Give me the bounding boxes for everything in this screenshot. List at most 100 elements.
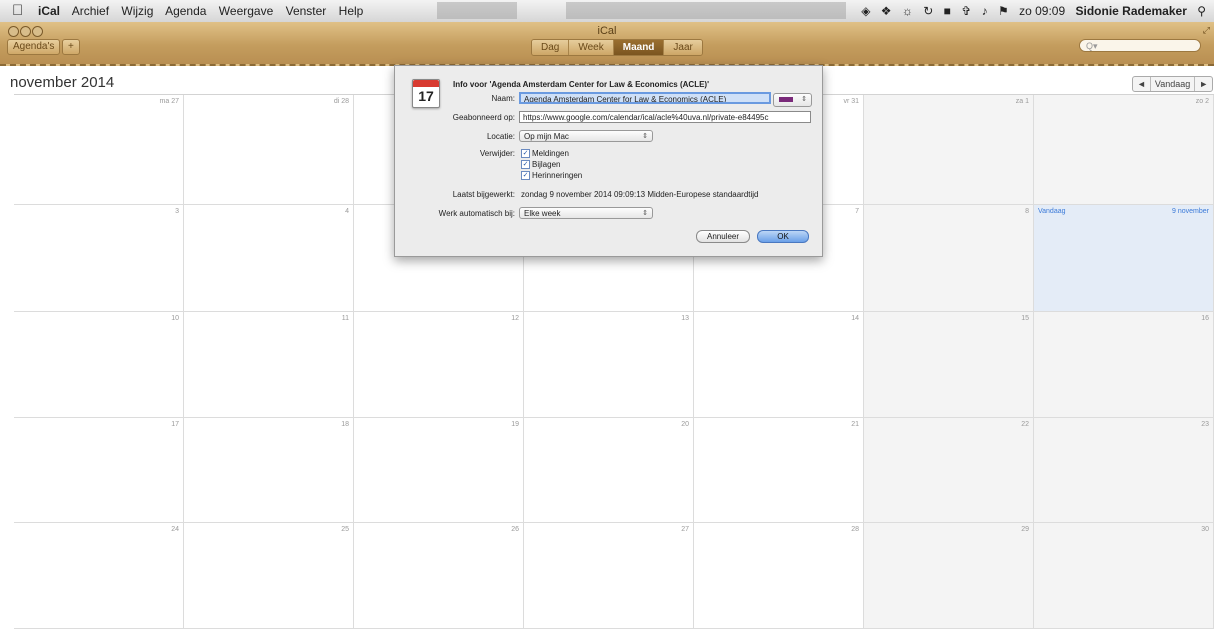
day-number: 10 [171,315,179,322]
next-month-button[interactable]: ► [1195,77,1212,91]
day-cell[interactable]: 21 [694,418,864,523]
day-cell[interactable]: 13 [524,312,694,418]
day-number: za 1 [1015,98,1029,105]
calendars-button[interactable]: Agenda's [7,39,61,55]
day-number: 24 [171,526,179,533]
battery-icon[interactable]: ■ [944,4,951,18]
day-cell[interactable]: 29 [864,523,1034,629]
view-month-button[interactable]: Maand [613,40,665,55]
day-number: 20 [681,421,689,428]
color-picker[interactable]: ⇕ [773,93,812,107]
day-number: 25 [341,526,349,533]
day-cell[interactable]: 18 [184,418,354,523]
day-cell-today[interactable]: 9 november Vandaag [1034,205,1214,312]
day-cell[interactable]: 11 [184,312,354,418]
day-cell[interactable]: di 28 [184,95,354,205]
day-number: vr 31 [843,98,859,105]
today-button[interactable]: Vandaag [1151,77,1196,91]
day-cell[interactable]: 14 [694,312,864,418]
day-number: zo 2 [1195,98,1209,105]
checkmark-icon: ✓ [521,160,530,170]
bluetooth-icon[interactable]: ✞ [961,4,971,18]
day-cell[interactable]: 24 [14,523,184,629]
checkmark-icon: ✓ [521,149,530,159]
day-cell[interactable]: 3 [14,205,184,312]
menu-help[interactable]: Help [339,4,364,18]
calendar-color-swatch [779,97,793,102]
time-machine-icon[interactable]: ↻ [923,4,933,18]
last-updated-label: Laatst bijgewerkt: [452,190,515,199]
clock[interactable]: zo 09:09 [1019,4,1065,18]
day-cell[interactable]: 28 [694,523,864,629]
calendar-info-dialog: 17 Info voor 'Agenda Amsterdam Center fo… [394,65,823,257]
day-cell[interactable]: 22 [864,418,1034,523]
add-calendar-button[interactable]: + [62,39,80,55]
day-number: 13 [681,315,689,322]
wifi-icon[interactable]: ◈ [861,4,870,18]
day-cell[interactable]: 25 [184,523,354,629]
dialog-title: Info voor 'Agenda Amsterdam Center for L… [453,80,709,89]
menu-app[interactable]: iCal [38,4,60,18]
menu-agenda[interactable]: Agenda [165,4,206,18]
day-cell[interactable]: za 1 [864,95,1034,205]
day-number: 7 [855,208,859,215]
day-cell[interactable]: 20 [524,418,694,523]
day-cell[interactable]: 12 [354,312,524,418]
spotlight-search-icon[interactable]: ⚲ [1197,4,1206,18]
day-number: 17 [171,421,179,428]
subscription-url-field[interactable]: https://www.google.com/calendar/ical/acl… [519,111,811,123]
auto-update-popup[interactable]: Elke week ⇕ [519,207,653,219]
wallpaper-strip [566,2,846,19]
user-name[interactable]: Sidonie Rademaker [1075,4,1186,18]
day-number: 18 [341,421,349,428]
remove-alerts-checkbox[interactable]: ✓ Meldingen [521,149,569,159]
popup-arrows-icon: ⇕ [642,133,648,140]
menu-wijzig[interactable]: Wijzig [121,4,153,18]
day-cell[interactable]: 27 [524,523,694,629]
view-switcher: Dag Week Maand Jaar [531,39,703,56]
day-cell[interactable]: 17 [14,418,184,523]
day-cell[interactable]: 15 [864,312,1034,418]
menu-weergave[interactable]: Weergave [219,4,273,18]
day-cell[interactable]: 23 [1034,418,1214,523]
day-cell[interactable]: 8 [864,205,1034,312]
remove-attachments-checkbox[interactable]: ✓ Bijlagen [521,160,560,170]
today-label: Vandaag [1038,208,1066,215]
flag-icon[interactable]: ⚑ [998,4,1009,18]
volume-icon[interactable]: ♪ [982,4,988,18]
location-popup[interactable]: Op mijn Mac ⇕ [519,130,653,142]
day-cell[interactable]: 26 [354,523,524,629]
menu-bar:  iCal Archief Wijzig Agenda Weergave Ve… [0,0,1214,23]
view-year-button[interactable]: Jaar [664,40,702,55]
day-cell[interactable]: 16 [1034,312,1214,418]
name-field[interactable]: Agenda Amsterdam Center for Law & Econom… [519,92,771,104]
airport-icon[interactable]: ☼ [902,4,913,18]
menu-archief[interactable]: Archief [72,4,109,18]
ok-button[interactable]: OK [757,230,809,243]
day-cell[interactable]: ma 27 [14,95,184,205]
view-day-button[interactable]: Dag [532,40,570,55]
apple-menu-icon[interactable]:  [12,0,23,22]
day-number: 12 [511,315,519,322]
search-field[interactable]: Q▾ [1079,39,1201,52]
day-number: 23 [1201,421,1209,428]
fullscreen-icon[interactable]: ⤢ [1203,25,1210,36]
day-number: 27 [681,526,689,533]
view-week-button[interactable]: Week [569,40,614,55]
day-cell[interactable]: 19 [354,418,524,523]
day-number: 14 [851,315,859,322]
day-number: 19 [511,421,519,428]
day-cell[interactable]: 10 [14,312,184,418]
day-number: di 28 [333,98,349,105]
day-cell[interactable]: zo 2 [1034,95,1214,205]
day-number: 30 [1201,526,1209,533]
cancel-button[interactable]: Annuleer [696,230,750,243]
day-cell[interactable]: 30 [1034,523,1214,629]
menu-venster[interactable]: Venster [286,4,327,18]
day-number: 9 november [1172,208,1209,215]
previous-month-button[interactable]: ◄ [1133,77,1151,91]
remove-reminders-checkbox[interactable]: ✓ Herinneringen [521,171,582,181]
auto-update-label: Werk automatisch bij: [438,209,515,218]
day-cell[interactable]: 4 [184,205,354,312]
dropbox-icon[interactable]: ❖ [881,4,892,18]
